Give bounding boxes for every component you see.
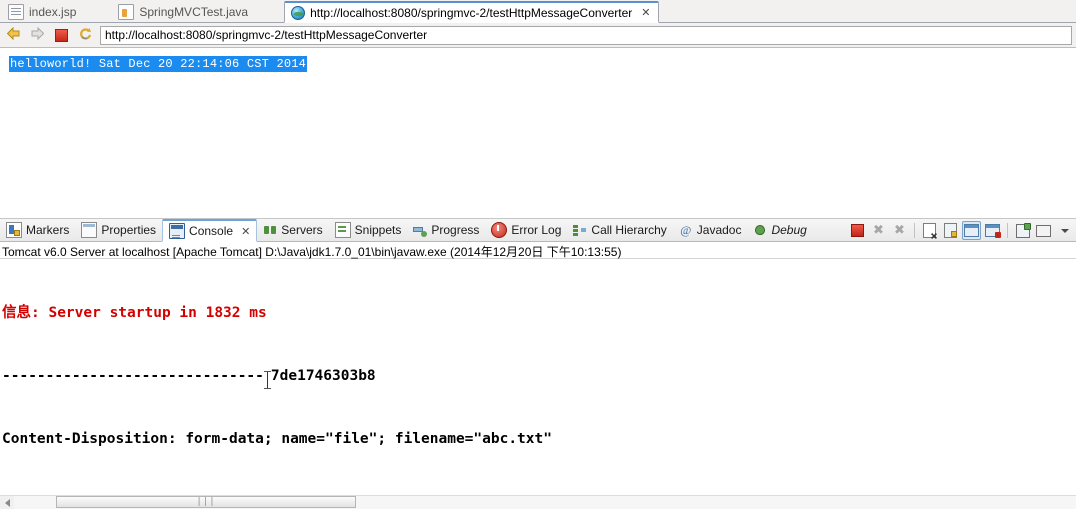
back-arrow-icon: [6, 26, 21, 43]
toolbar-separator: [1007, 223, 1008, 238]
tab-label: Markers: [26, 223, 70, 237]
tab-call-hierarchy[interactable]: Call Hierarchy: [567, 219, 672, 241]
tab-debug[interactable]: Debug: [747, 219, 812, 241]
tab-console[interactable]: Console ✕: [162, 219, 258, 242]
tab-servers[interactable]: Servers: [257, 219, 328, 241]
globe-icon: [291, 5, 306, 20]
stop-icon: [851, 224, 864, 237]
terminate-button[interactable]: [848, 221, 867, 240]
scrollbar-track[interactable]: |||: [14, 496, 1076, 509]
console-line-boundary-id: 7de1746303b8: [270, 368, 376, 384]
forward-button[interactable]: [28, 26, 46, 44]
tab-javadoc[interactable]: @ Javadoc: [673, 219, 748, 241]
scrollbar-grip: |||: [196, 497, 216, 507]
scrollbar-thumb[interactable]: |||: [56, 496, 356, 508]
browser-tab-index-jsp[interactable]: index.jsp: [2, 1, 84, 22]
toolbar-separator: [914, 223, 915, 238]
console-line: ------------------------------ 7de1746303…: [2, 366, 1076, 389]
debug-icon: [753, 223, 767, 237]
tab-label: Servers: [281, 223, 323, 237]
refresh-icon: [78, 27, 93, 44]
tab-label: Snippets: [354, 223, 402, 237]
url-input[interactable]: [100, 25, 1072, 45]
browser-tab-label: http://localhost:8080/springmvc-2/testHt…: [310, 5, 633, 20]
chevron-down-icon: [1060, 228, 1069, 233]
refresh-button[interactable]: [76, 26, 94, 44]
scroll-left-button[interactable]: [0, 496, 14, 509]
remove-all-terminated-button[interactable]: ✖: [890, 221, 909, 240]
browser-tab-springmvctest-java[interactable]: SpringMVCTest.java: [112, 1, 256, 22]
markers-icon: [6, 222, 22, 238]
tab-label: Console: [189, 224, 234, 238]
browser-tab-label: SpringMVCTest.java: [139, 4, 249, 19]
pin-console-icon: [964, 224, 979, 237]
clear-console-icon: [923, 223, 936, 238]
scroll-lock-icon: [944, 223, 957, 238]
remove-launch-button[interactable]: ✖: [869, 221, 888, 240]
console-line: Content-Type: text/html: [2, 492, 1076, 493]
console-launch-header: Tomcat v6.0 Server at localhost [Apache …: [0, 242, 1076, 259]
tab-properties[interactable]: Properties: [75, 219, 162, 241]
view-tab-bar: Markers Properties Console ✕ Servers Sni…: [0, 219, 1076, 242]
back-button[interactable]: [4, 26, 22, 44]
browser-page-viewport[interactable]: helloworld! Sat Dec 20 22:14:06 CST 2014: [0, 48, 1076, 219]
browser-tab-web-browser[interactable]: http://localhost:8080/springmvc-2/testHt…: [284, 1, 660, 23]
console-icon: [169, 223, 186, 239]
tab-label: Debug: [771, 223, 807, 237]
browser-tab-label: index.jsp: [29, 4, 77, 19]
tab-label: Javadoc: [696, 223, 742, 237]
javadoc-icon: @: [680, 223, 692, 237]
minimize-view-button[interactable]: [1034, 221, 1053, 240]
open-console-button[interactable]: [1013, 221, 1032, 240]
tab-error-log[interactable]: Error Log: [485, 219, 567, 241]
scroll-lock-button[interactable]: [941, 221, 960, 240]
new-console-icon: [1015, 222, 1031, 238]
browser-address-bar: [0, 23, 1076, 48]
console-line: Content-Disposition: form-data; name="fi…: [2, 431, 552, 447]
remove-icon: ✖: [873, 223, 884, 238]
tab-label: Progress: [431, 223, 480, 237]
clear-console-button[interactable]: [920, 221, 939, 240]
browser-tab-bar: index.jsp SpringMVCTest.java http://loca…: [0, 0, 1076, 23]
console-horizontal-scrollbar[interactable]: |||: [0, 495, 1076, 509]
remove-all-icon: ✖: [894, 223, 905, 238]
call-hierarchy-icon: [573, 223, 587, 237]
stop-button[interactable]: [52, 26, 70, 44]
tab-label: Call Hierarchy: [591, 223, 667, 237]
console-toolbar: ✖ ✖: [848, 220, 1074, 241]
stop-icon: [54, 28, 68, 42]
pin-console-button[interactable]: [962, 221, 981, 240]
view-menu-button[interactable]: [1055, 221, 1074, 240]
close-icon[interactable]: ✕: [641, 6, 650, 19]
display-console-icon: [985, 224, 1001, 238]
console-line-dashes: ------------------------------: [2, 368, 264, 384]
close-icon[interactable]: ✕: [241, 225, 250, 238]
tab-label: Properties: [101, 223, 157, 237]
tab-snippets[interactable]: Snippets: [329, 219, 408, 241]
snippets-icon: [334, 222, 351, 238]
properties-icon: [81, 222, 98, 238]
tab-progress[interactable]: Progress: [407, 219, 485, 241]
minimize-icon: [1036, 224, 1051, 237]
console-output[interactable]: 信息: Server startup in 1832 ms ----------…: [0, 259, 1076, 493]
servers-icon: [263, 223, 277, 237]
page-selected-text: helloworld! Sat Dec 20 22:14:06 CST 2014: [9, 56, 308, 72]
console-line: 信息: Server startup in 1832 ms: [2, 305, 267, 321]
display-selected-console-button[interactable]: [983, 221, 1002, 240]
error-log-icon: [491, 222, 508, 238]
tab-markers[interactable]: Markers: [0, 219, 75, 241]
java-file-icon: [118, 3, 135, 20]
jsp-file-icon: [8, 3, 24, 20]
tab-label: Error Log: [511, 223, 562, 237]
progress-icon: [413, 223, 428, 237]
forward-arrow-icon: [30, 26, 45, 43]
scroll-left-arrow-icon: [4, 498, 10, 507]
